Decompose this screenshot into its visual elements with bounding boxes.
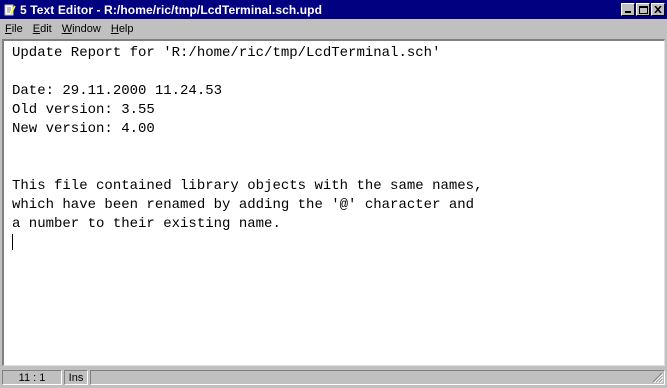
- status-message: [90, 370, 665, 385]
- menu-window[interactable]: Window: [57, 23, 106, 35]
- maximize-button[interactable]: [636, 3, 650, 16]
- text-editor-area[interactable]: Update Report for 'R:/home/ric/tmp/LcdTe…: [2, 39, 665, 366]
- status-bar: 11 : 1 Ins: [0, 367, 667, 388]
- text-caret: [12, 234, 13, 250]
- menu-file[interactable]: File: [0, 23, 28, 35]
- close-button[interactable]: [651, 3, 665, 16]
- menu-edit[interactable]: Edit: [28, 23, 57, 35]
- close-icon: [654, 6, 662, 13]
- menu-help[interactable]: Help: [106, 23, 139, 35]
- window-controls: [620, 3, 665, 16]
- insert-mode-indicator: Ins: [64, 370, 88, 385]
- minimize-icon: [625, 11, 631, 13]
- cursor-position: 11 : 1: [2, 370, 62, 385]
- document-text[interactable]: Update Report for 'R:/home/ric/tmp/LcdTe…: [4, 41, 664, 254]
- resize-grip-icon[interactable]: [652, 372, 663, 383]
- text-editor-icon[interactable]: [4, 4, 16, 16]
- text-editor-window: 5 Text Editor - R:/home/ric/tmp/LcdTermi…: [0, 0, 667, 388]
- minimize-button[interactable]: [621, 3, 635, 16]
- title-bar[interactable]: 5 Text Editor - R:/home/ric/tmp/LcdTermi…: [0, 0, 667, 19]
- window-title: 5 Text Editor - R:/home/ric/tmp/LcdTermi…: [20, 2, 323, 17]
- maximize-icon: [638, 5, 648, 14]
- menu-bar: File Edit Window Help: [0, 19, 667, 39]
